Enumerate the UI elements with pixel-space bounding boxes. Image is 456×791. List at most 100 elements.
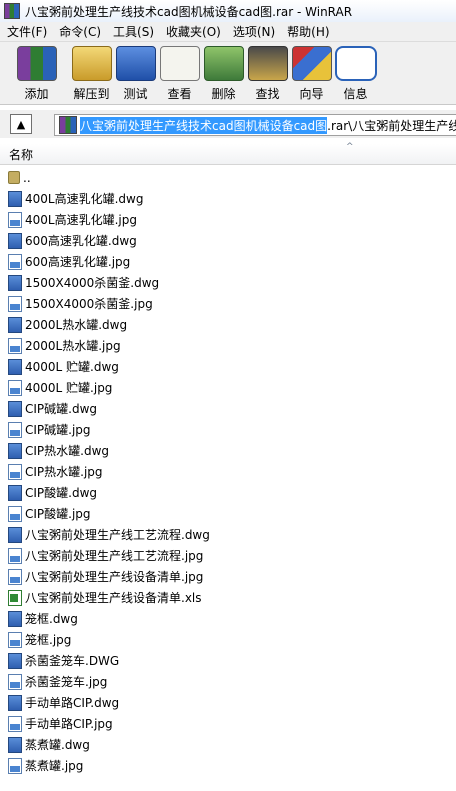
file-name: 1500X4000杀菌釜.dwg <box>25 276 160 290</box>
xls-file-icon <box>8 589 22 606</box>
add-button[interactable]: 添加 <box>15 42 58 102</box>
delete-button[interactable]: 删除 <box>202 42 245 102</box>
file-row[interactable]: 1500X4000杀菌釜.dwg <box>0 272 456 293</box>
find-button[interactable]: 查找 <box>246 42 289 102</box>
dwg-file-icon <box>8 274 22 291</box>
menu-file[interactable]: 文件(F) <box>0 23 52 40</box>
file-name: CIP碱罐.dwg <box>25 402 98 416</box>
info-button[interactable]: 信息 <box>334 42 377 102</box>
extract-to-icon <box>71 46 112 81</box>
dwg-file-icon <box>8 610 22 627</box>
file-row[interactable]: 笼框.jpg <box>0 629 456 650</box>
view-icon <box>159 46 200 81</box>
file-name: CIP热水罐.dwg <box>25 444 110 458</box>
file-row[interactable]: 4000L 贮罐.jpg <box>0 377 456 398</box>
file-name: 手动单路CIP.dwg <box>25 696 120 710</box>
file-row[interactable]: 杀菌釜笼车.DWG <box>0 650 456 671</box>
file-row[interactable]: 600高速乳化罐.jpg <box>0 251 456 272</box>
jpg-file-icon <box>8 211 22 228</box>
view-button[interactable]: 查看 <box>158 42 201 102</box>
file-row[interactable]: 手动单路CIP.dwg <box>0 692 456 713</box>
file-row[interactable]: 2000L热水罐.dwg <box>0 314 456 335</box>
test-icon <box>115 46 156 81</box>
file-name: CIP酸罐.dwg <box>25 486 98 500</box>
file-row[interactable]: 八宝粥前处理生产线设备清单.xls <box>0 587 456 608</box>
folder-file-icon <box>8 171 20 184</box>
file-name: 400L高速乳化罐.jpg <box>25 213 137 227</box>
wizard-label: 向导 <box>299 87 324 101</box>
find-label: 查找 <box>255 87 280 101</box>
file-row[interactable]: CIP酸罐.jpg <box>0 503 456 524</box>
file-row[interactable]: 八宝粥前处理生产线设备清单.jpg <box>0 566 456 587</box>
file-row[interactable]: 400L高速乳化罐.dwg <box>0 188 456 209</box>
dwg-file-icon <box>8 400 22 417</box>
jpg-file-icon <box>8 463 22 480</box>
up-folder-button[interactable]: ▲ <box>10 114 32 134</box>
extract-to-button[interactable]: 解压到 <box>70 42 113 102</box>
file-name: 蒸煮罐.dwg <box>25 738 90 752</box>
file-name: 八宝粥前处理生产线工艺流程.jpg <box>25 549 204 563</box>
jpg-file-icon <box>8 631 22 648</box>
file-row[interactable]: CIP热水罐.jpg <box>0 461 456 482</box>
menu-favorites[interactable]: 收藏夹(O) <box>159 23 226 40</box>
dwg-file-icon <box>8 232 22 249</box>
find-icon <box>247 46 288 81</box>
file-row[interactable]: CIP碱罐.dwg <box>0 398 456 419</box>
column-name-header[interactable]: 名称 <box>9 146 33 163</box>
jpg-file-icon <box>8 715 22 732</box>
file-name: 2000L热水罐.jpg <box>25 339 121 353</box>
file-row[interactable]: 600高速乳化罐.dwg <box>0 230 456 251</box>
test-button[interactable]: 测试 <box>114 42 157 102</box>
dwg-file-icon <box>8 316 22 333</box>
file-row[interactable]: 手动单路CIP.jpg <box>0 713 456 734</box>
toolbar: 添加 解压到 测试 查看 删除 查找 向导 信息 <box>0 42 456 105</box>
file-name: CIP热水罐.jpg <box>25 465 103 479</box>
jpg-file-icon <box>8 505 22 522</box>
wizard-button[interactable]: 向导 <box>290 42 333 102</box>
jpg-file-icon <box>8 295 22 312</box>
file-name: CIP酸罐.jpg <box>25 507 91 521</box>
file-row[interactable]: 蒸煮罐.jpg <box>0 755 456 776</box>
file-list: .. 400L高速乳化罐.dwg 400L高速乳化罐.jpg 600高速乳化罐.dwg… <box>0 167 456 776</box>
file-name: 蒸煮罐.jpg <box>25 759 84 773</box>
menu-commands[interactable]: 命令(C) <box>52 23 106 40</box>
file-row[interactable]: 杀菌釜笼车.jpg <box>0 671 456 692</box>
menu-help[interactable]: 帮助(H) <box>280 23 334 40</box>
file-row[interactable]: 蒸煮罐.dwg <box>0 734 456 755</box>
file-row[interactable]: 1500X4000杀菌釜.jpg <box>0 293 456 314</box>
file-row[interactable]: 笼框.dwg <box>0 608 456 629</box>
file-row[interactable]: CIP热水罐.dwg <box>0 440 456 461</box>
menu-options[interactable]: 选项(N) <box>226 23 280 40</box>
archive-icon <box>59 116 77 134</box>
file-row[interactable]: 4000L 贮罐.dwg <box>0 356 456 377</box>
jpg-file-icon <box>8 757 22 774</box>
file-name: 2000L热水罐.dwg <box>25 318 128 332</box>
jpg-file-icon <box>8 379 22 396</box>
add-label: 添加 <box>24 87 49 101</box>
address-bar: ▲ 八宝粥前处理生产线技术cad图机械设备cad图 .rar\八宝粥前处理生产线 <box>0 110 456 138</box>
up-arrow-icon: ▲ <box>16 117 26 131</box>
file-row[interactable]: CIP碱罐.jpg <box>0 419 456 440</box>
file-row[interactable]: 400L高速乳化罐.jpg <box>0 209 456 230</box>
file-row[interactable]: 2000L热水罐.jpg <box>0 335 456 356</box>
sort-ascending-icon: ^ <box>346 142 354 152</box>
file-row[interactable]: 八宝粥前处理生产线工艺流程.jpg <box>0 545 456 566</box>
file-name: 4000L 贮罐.jpg <box>25 381 113 395</box>
file-name: 笼框.jpg <box>25 633 72 647</box>
file-row[interactable]: CIP酸罐.dwg <box>0 482 456 503</box>
file-name: 4000L 贮罐.dwg <box>25 360 119 374</box>
view-label: 查看 <box>167 87 192 101</box>
file-name: 杀菌釜笼车.DWG <box>25 654 120 668</box>
dwg-file-icon <box>8 358 22 375</box>
file-name: 八宝粥前处理生产线设备清单.xls <box>25 591 202 605</box>
add-archive-icon <box>16 46 57 81</box>
jpg-file-icon <box>8 673 22 690</box>
jpg-file-icon <box>8 547 22 564</box>
menu-tools[interactable]: 工具(S) <box>106 23 159 40</box>
path-field[interactable]: 八宝粥前处理生产线技术cad图机械设备cad图 .rar\八宝粥前处理生产线 <box>54 114 456 136</box>
file-row[interactable]: .. <box>0 167 456 188</box>
file-row[interactable]: 八宝粥前处理生产线工艺流程.dwg <box>0 524 456 545</box>
file-name: 手动单路CIP.jpg <box>25 717 113 731</box>
info-icon <box>334 46 377 81</box>
info-label: 信息 <box>343 87 368 101</box>
